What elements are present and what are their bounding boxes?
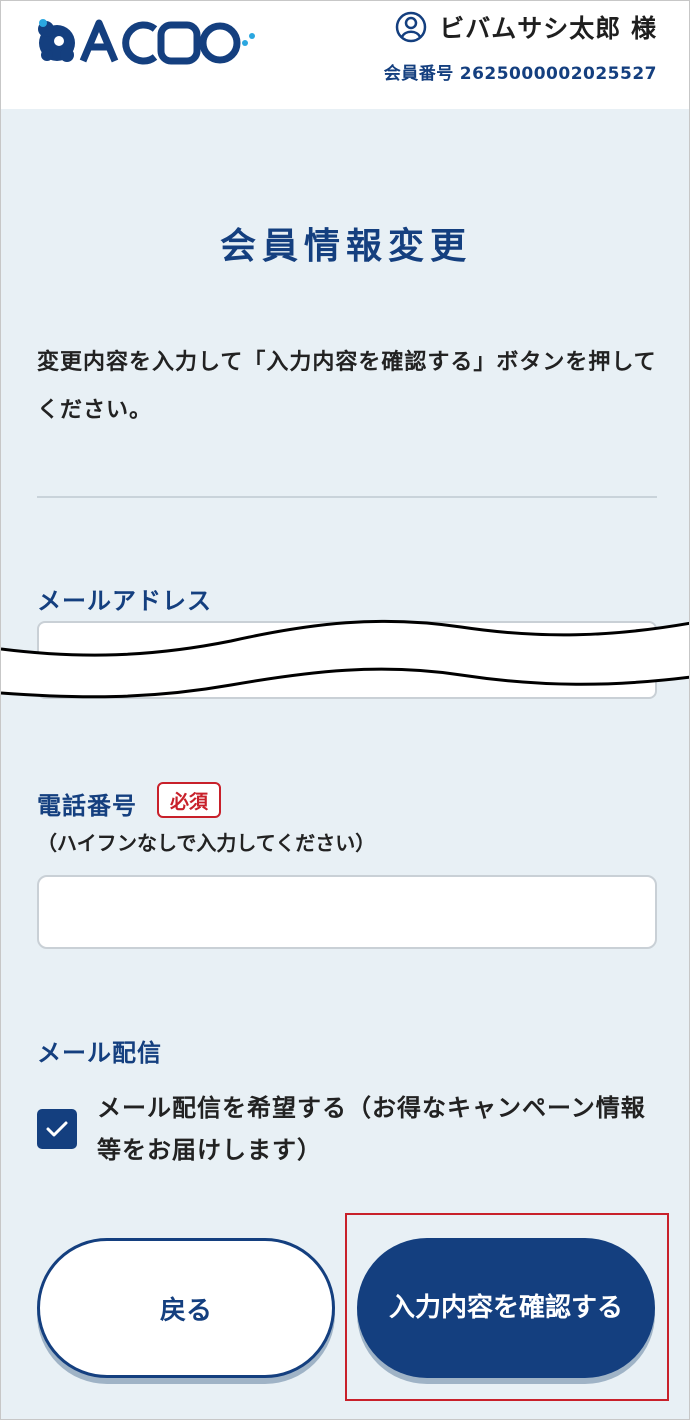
checkmark-icon <box>46 1121 68 1137</box>
divider <box>37 496 657 498</box>
required-badge: 必須 <box>157 782 221 818</box>
phone-input[interactable] <box>37 875 657 949</box>
site-header: ビバムサシ太郎 様 会員番号 2625000002025527 <box>1 1 689 109</box>
highlight-box <box>345 1213 669 1401</box>
user-info: ビバムサシ太郎 様 <box>395 9 657 45</box>
page-title: 会員情報変更 <box>219 226 472 267</box>
member-number-value: 2625000002025527 <box>459 64 657 84</box>
acoo-logo[interactable] <box>33 15 258 71</box>
user-name: ビバムサシ太郎 様 <box>439 14 657 43</box>
omission-wave <box>1 619 689 699</box>
user-icon <box>396 11 427 43</box>
mail-delivery-checkbox-label[interactable]: メール配信を希望する（お得なキャンペーン情報等をお届けします） <box>97 1087 657 1171</box>
phone-hint: （ハイフンなしで入力してください） <box>37 831 376 855</box>
page-frame: ビバムサシ太郎 様 会員番号 2625000002025527 会員情報変更 変更… <box>0 0 690 1420</box>
mail-delivery-label: メール配信 <box>37 1039 162 1067</box>
mail-delivery-checkbox[interactable] <box>37 1109 77 1149</box>
intro-text: 変更内容を入力して「入力内容を確認する」ボタンを押してください。 <box>37 350 657 423</box>
back-button[interactable]: 戻る <box>37 1238 335 1378</box>
member-number-label: 会員番号 <box>383 64 454 84</box>
phone-label: 電話番号 <box>37 792 137 820</box>
member-number: 会員番号 2625000002025527 <box>384 59 657 84</box>
